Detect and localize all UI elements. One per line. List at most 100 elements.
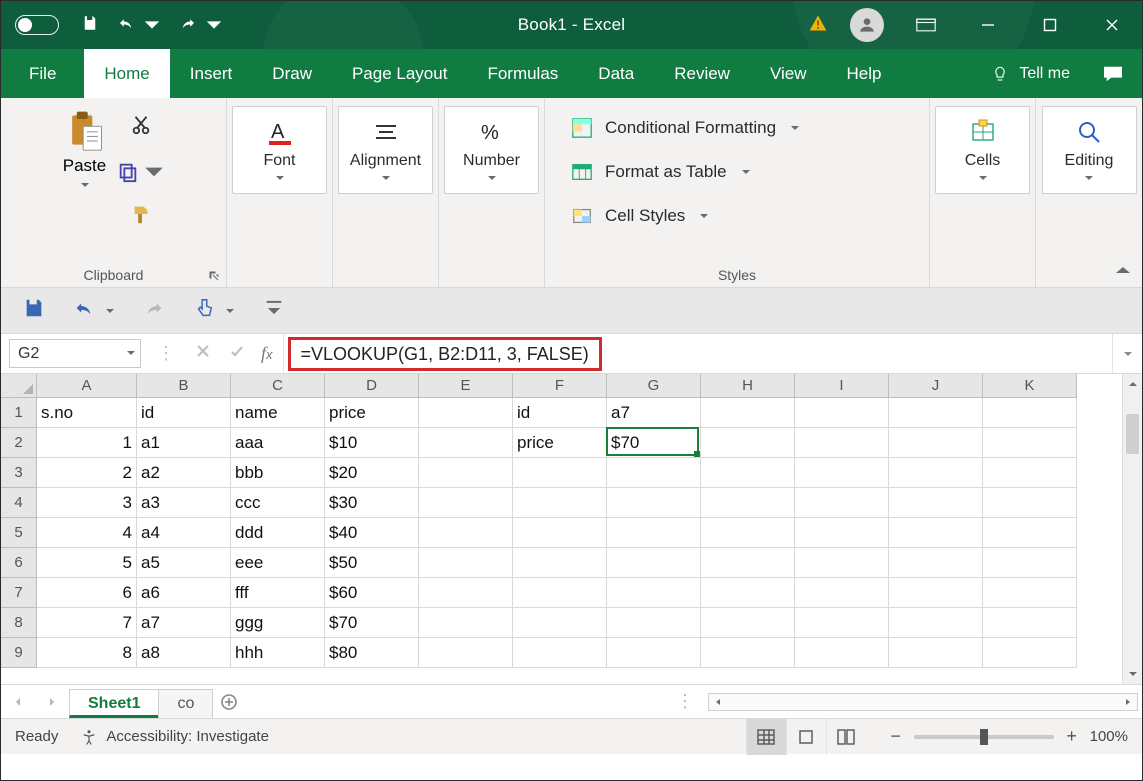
cell[interactable] (419, 638, 513, 668)
cell[interactable]: bbb (231, 458, 325, 488)
zoom-level[interactable]: 100% (1090, 728, 1128, 745)
alignment-button[interactable]: Alignment (338, 106, 433, 194)
cell[interactable] (419, 578, 513, 608)
cell[interactable]: $40 (325, 518, 419, 548)
cell[interactable]: 7 (37, 608, 137, 638)
row-header[interactable]: 1 (1, 398, 37, 428)
cell[interactable] (889, 638, 983, 668)
cell[interactable] (795, 488, 889, 518)
row-header[interactable]: 5 (1, 518, 37, 548)
cell[interactable] (889, 578, 983, 608)
tab-help[interactable]: Help (827, 49, 902, 98)
save-icon[interactable] (23, 297, 45, 324)
formula-bar-grip[interactable]: ⋮ (157, 343, 177, 364)
cell[interactable] (701, 578, 795, 608)
cell[interactable] (419, 398, 513, 428)
save-icon[interactable] (81, 14, 99, 37)
zoom-in-button[interactable]: + (1064, 726, 1080, 747)
view-page-break-button[interactable] (826, 719, 866, 755)
view-page-layout-button[interactable] (786, 719, 826, 755)
fx-label[interactable]: fx (261, 343, 273, 364)
cell[interactable] (513, 578, 607, 608)
cell[interactable]: a6 (137, 578, 231, 608)
cell[interactable] (889, 488, 983, 518)
tab-file[interactable]: File (1, 49, 84, 98)
cell[interactable]: a8 (137, 638, 231, 668)
cell[interactable] (607, 548, 701, 578)
formula-bar[interactable]: =VLOOKUP(G1, B2:D11, 3, FALSE) (283, 334, 1112, 373)
cell[interactable] (419, 458, 513, 488)
cell[interactable] (701, 638, 795, 668)
chevron-down-icon[interactable] (105, 306, 115, 316)
collapse-ribbon-button[interactable] (1114, 263, 1132, 281)
zoom-out-button[interactable]: − (888, 726, 904, 747)
redo-icon[interactable] (179, 14, 197, 37)
warning-icon[interactable] (808, 13, 828, 38)
column-header[interactable]: C (231, 374, 325, 398)
copy-button[interactable] (117, 161, 165, 183)
undo-dropdown-icon[interactable] (143, 16, 161, 34)
column-header[interactable]: E (419, 374, 513, 398)
cell[interactable] (701, 458, 795, 488)
cell[interactable]: a1 (137, 428, 231, 458)
cell[interactable] (419, 488, 513, 518)
cell[interactable] (701, 488, 795, 518)
column-header[interactable]: I (795, 374, 889, 398)
scroll-down-button[interactable] (1123, 664, 1142, 684)
cell[interactable] (983, 518, 1077, 548)
cell[interactable] (983, 488, 1077, 518)
cell[interactable]: ggg (231, 608, 325, 638)
sheet-tab-active[interactable]: Sheet1 (69, 689, 159, 718)
cell[interactable] (513, 488, 607, 518)
cell[interactable] (889, 518, 983, 548)
undo-icon[interactable] (117, 14, 135, 37)
row-header[interactable]: 9 (1, 638, 37, 668)
scroll-up-button[interactable] (1123, 374, 1142, 394)
cell[interactable] (607, 608, 701, 638)
tab-home[interactable]: Home (84, 49, 169, 98)
column-header[interactable]: J (889, 374, 983, 398)
tab-insert[interactable]: Insert (170, 49, 253, 98)
vertical-scrollbar[interactable] (1122, 374, 1142, 684)
cell[interactable] (983, 428, 1077, 458)
cell[interactable] (419, 608, 513, 638)
autosave-toggle[interactable] (15, 15, 59, 35)
column-header[interactable]: K (983, 374, 1077, 398)
cell[interactable] (795, 548, 889, 578)
redo-icon[interactable] (143, 297, 165, 324)
cell[interactable] (983, 398, 1077, 428)
row-header[interactable]: 3 (1, 458, 37, 488)
cell[interactable]: a7 (137, 608, 231, 638)
sheet-nav-next[interactable] (35, 685, 69, 718)
cell[interactable] (607, 458, 701, 488)
cell[interactable] (701, 518, 795, 548)
row-header[interactable]: 2 (1, 428, 37, 458)
cell[interactable] (795, 428, 889, 458)
format-as-table-button[interactable]: Format as Table (571, 150, 751, 194)
cell[interactable] (983, 578, 1077, 608)
column-header[interactable]: H (701, 374, 795, 398)
cell[interactable]: a4 (137, 518, 231, 548)
cell[interactable] (795, 458, 889, 488)
cell[interactable]: 1 (37, 428, 137, 458)
enter-formula-icon[interactable] (229, 343, 245, 364)
cell[interactable] (795, 638, 889, 668)
maximize-button[interactable] (1020, 1, 1080, 49)
cell[interactable]: $70 (607, 428, 701, 458)
cell[interactable]: $60 (325, 578, 419, 608)
cell[interactable] (513, 458, 607, 488)
touch-mode-icon[interactable] (193, 297, 215, 324)
vertical-scroll-thumb[interactable] (1126, 414, 1139, 454)
cell[interactable] (513, 608, 607, 638)
account-avatar[interactable] (850, 8, 884, 42)
spreadsheet-grid[interactable]: ABCDEFGHIJK 123456789 s.noidnamepriceida… (1, 374, 1142, 684)
clipboard-launcher[interactable] (208, 269, 220, 281)
row-header[interactable]: 8 (1, 608, 37, 638)
column-header[interactable]: B (137, 374, 231, 398)
new-sheet-button[interactable] (212, 685, 246, 718)
tab-page-layout[interactable]: Page Layout (332, 49, 467, 98)
cell[interactable] (607, 638, 701, 668)
expand-formula-bar[interactable] (1112, 334, 1142, 373)
cell[interactable]: 3 (37, 488, 137, 518)
cell[interactable]: id (137, 398, 231, 428)
